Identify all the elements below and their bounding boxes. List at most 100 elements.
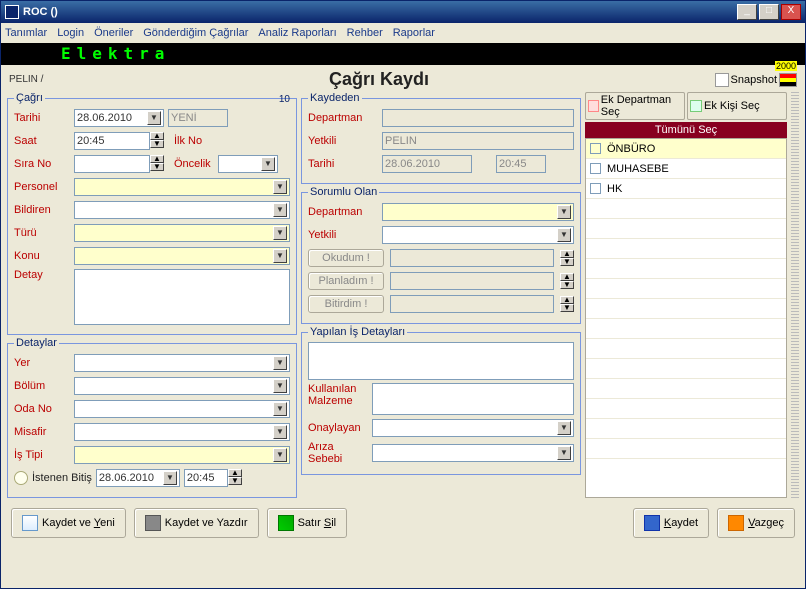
bitirdim-spinner[interactable]: ▲▼ (560, 296, 574, 312)
personel-combo[interactable]: ▼ (74, 178, 290, 196)
checkbox[interactable] (590, 183, 601, 194)
menu-raporlar[interactable]: Raporlar (393, 27, 435, 39)
sirano-spinner[interactable]: ▲▼ (150, 155, 164, 173)
sorumlu-dep-combo[interactable]: ▼ (382, 203, 574, 221)
list-item[interactable]: MUHASEBE (586, 159, 786, 179)
sorumlu-dep-label: Departman (308, 206, 378, 218)
chevron-down-icon[interactable]: ▼ (147, 111, 161, 125)
cagri-corner: 10 (279, 94, 290, 105)
snapshot-label[interactable]: Snapshot (731, 74, 777, 86)
kaydet-button[interactable]: Kaydet (633, 508, 709, 538)
sorumlu-yetkili-combo[interactable]: ▼ (382, 226, 574, 244)
yapilan-textarea[interactable] (308, 342, 574, 380)
list-item (586, 339, 786, 359)
okudum-button[interactable]: Okudum ! (308, 249, 384, 267)
chevron-down-icon[interactable]: ▼ (273, 425, 287, 439)
chevron-down-icon[interactable]: ▼ (273, 402, 287, 416)
department-icon (588, 100, 599, 112)
chevron-down-icon[interactable]: ▼ (273, 448, 287, 462)
misafir-combo[interactable]: ▼ (74, 423, 290, 441)
menu-login[interactable]: Login (57, 27, 84, 39)
chevron-down-icon[interactable]: ▼ (273, 203, 287, 217)
saat-field[interactable] (74, 132, 150, 150)
vazgec-button[interactable]: Vazgeç (717, 508, 795, 538)
malzeme-textarea[interactable] (372, 383, 574, 415)
page-title: Çağrı Kaydı (43, 69, 714, 90)
okudum-spinner[interactable]: ▲▼ (560, 250, 574, 266)
bottom-bar: Kaydet ve Yeni Kaydet ve Yazdır Satır Si… (1, 502, 805, 544)
chevron-down-icon[interactable]: ▼ (273, 180, 287, 194)
chevron-down-icon[interactable]: ▼ (273, 249, 287, 263)
bolum-combo[interactable]: ▼ (74, 377, 290, 395)
chevron-down-icon[interactable]: ▼ (557, 228, 571, 242)
menu-rehber[interactable]: Rehber (347, 27, 383, 39)
chevron-down-icon[interactable]: ▼ (557, 446, 571, 460)
menu-gonderdigim[interactable]: Gönderdiğim Çağrılar (143, 27, 248, 39)
list-item (586, 319, 786, 339)
detaylar-legend: Detaylar (14, 337, 59, 349)
cagri-legend: Çağrı (14, 92, 45, 104)
menu-tanimlar[interactable]: Tanımlar (5, 27, 47, 39)
yer-combo[interactable]: ▼ (74, 354, 290, 372)
sirano-field[interactable] (74, 155, 150, 173)
planladim-button[interactable]: Planladım ! (308, 272, 384, 290)
checkbox[interactable] (590, 163, 601, 174)
kaydet-yazdir-button[interactable]: Kaydet ve Yazdır (134, 508, 259, 538)
maximize-button[interactable]: □ (759, 4, 779, 20)
titlebar: ROC () _ □ X (1, 1, 805, 23)
istenen-date-value: 28.06.2010 (99, 472, 154, 484)
list-item-label: ÖNBÜRO (607, 143, 655, 155)
list-item (586, 439, 786, 459)
saat-spinner[interactable]: ▲▼ (150, 132, 164, 150)
onaylayan-combo[interactable]: ▼ (372, 419, 574, 437)
bildiren-combo[interactable]: ▼ (74, 201, 290, 219)
menu-oneriler[interactable]: Öneriler (94, 27, 133, 39)
istipi-label: İş Tipi (14, 449, 70, 461)
list-item-label: HK (607, 183, 622, 195)
personel-label: Personel (14, 181, 70, 193)
istenen-time[interactable] (184, 469, 228, 487)
chevron-down-icon[interactable]: ▼ (273, 356, 287, 370)
planladim-spinner[interactable]: ▲▼ (560, 273, 574, 289)
list-item (586, 199, 786, 219)
konu-combo[interactable]: ▼ (74, 247, 290, 265)
chevron-down-icon[interactable]: ▼ (273, 226, 287, 240)
minimize-button[interactable]: _ (737, 4, 757, 20)
oncelik-combo[interactable]: ▼ (218, 155, 278, 173)
app-icon (5, 5, 19, 19)
department-list[interactable]: ÖNBÜRO MUHASEBE HK (585, 138, 787, 498)
tumunu-sec-header[interactable]: Tümünü Seç (585, 122, 787, 138)
planladim-label: Planladım ! (318, 275, 373, 287)
chevron-down-icon[interactable]: ▼ (557, 205, 571, 219)
ek-departman-button[interactable]: Ek Departman Seç (585, 92, 685, 120)
list-item[interactable]: HK (586, 179, 786, 199)
bitirdim-button[interactable]: Bitirdim ! (308, 295, 384, 313)
chevron-down-icon[interactable]: ▼ (557, 421, 571, 435)
ek-kisi-button[interactable]: Ek Kişi Seç (687, 92, 787, 120)
tarihi-date[interactable]: 28.06.2010▼ (74, 109, 164, 127)
turu-label: Türü (14, 227, 70, 239)
kaydet-yeni-button[interactable]: Kaydet ve Yeni (11, 508, 126, 538)
menu-analiz[interactable]: Analiz Raporları (258, 27, 336, 39)
istipi-combo[interactable]: ▼ (74, 446, 290, 464)
led-banner: Elektra (1, 43, 805, 65)
oda-combo[interactable]: ▼ (74, 400, 290, 418)
detay-textarea[interactable] (74, 269, 290, 325)
chevron-down-icon[interactable]: ▼ (273, 379, 287, 393)
cagri-legend-text: Çağrı (16, 92, 43, 104)
istenen-time-spinner[interactable]: ▲▼ (228, 469, 242, 487)
chevron-down-icon[interactable]: ▼ (163, 471, 177, 485)
close-button[interactable]: X (781, 4, 801, 20)
list-item[interactable]: ÖNBÜRO (586, 139, 786, 159)
istenen-date[interactable]: 28.06.2010 ▼ (96, 469, 180, 487)
sorumlu-legend: Sorumlu Olan (308, 186, 379, 198)
bitirdim-label: Bitirdim ! (325, 298, 368, 310)
list-item (586, 259, 786, 279)
chevron-down-icon[interactable]: ▼ (261, 157, 275, 171)
satir-sil-button[interactable]: Satır Sil (267, 508, 348, 538)
ariza-combo[interactable]: ▼ (372, 444, 574, 462)
list-item (586, 399, 786, 419)
turu-combo[interactable]: ▼ (74, 224, 290, 242)
splitter[interactable] (791, 92, 799, 498)
checkbox[interactable] (590, 143, 601, 154)
